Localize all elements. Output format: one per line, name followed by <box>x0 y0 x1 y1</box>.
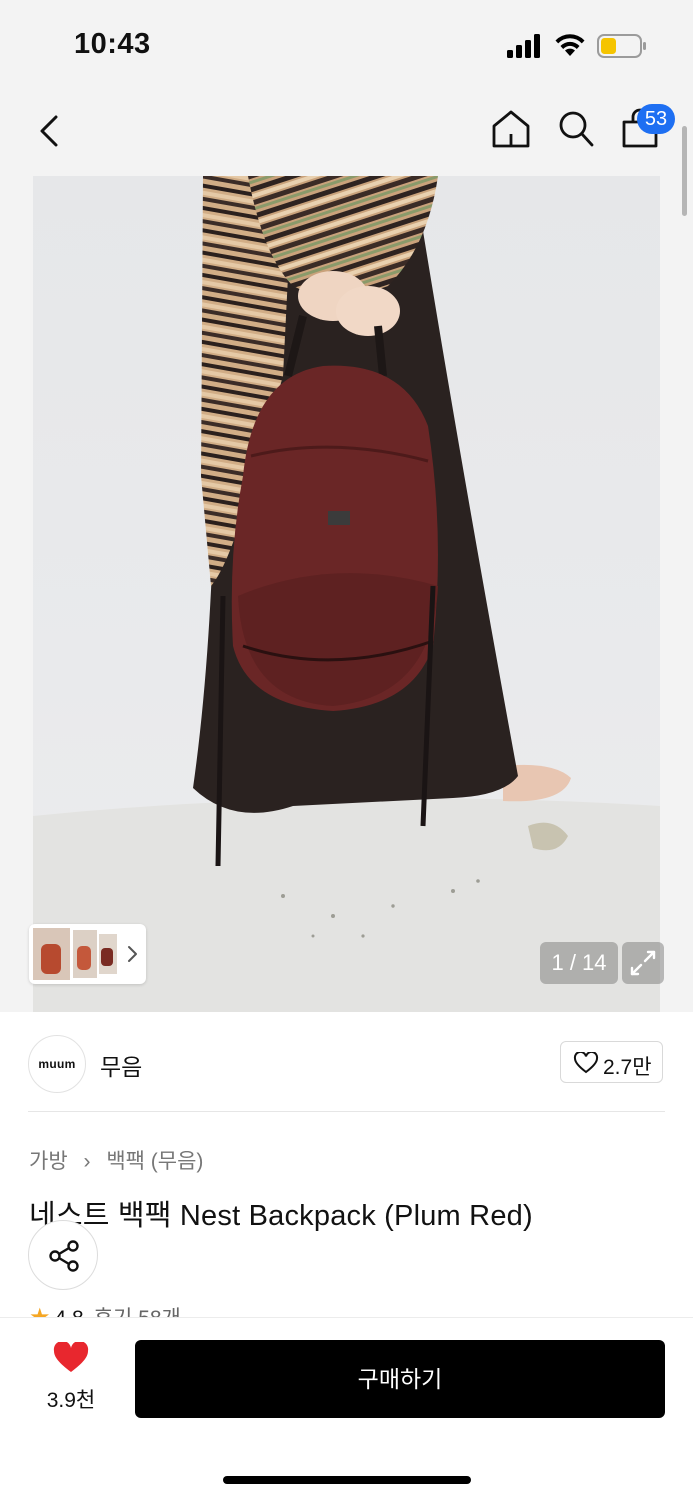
wishlist-count: 3.9천 <box>46 1389 96 1412</box>
search-icon[interactable] <box>556 108 596 150</box>
breadcrumb: 가방 › 백팩 (무음) <box>29 1145 203 1175</box>
top-navigation <box>0 90 693 170</box>
expand-icon <box>630 950 656 976</box>
product-title: 네스트 백팩 Nest Backpack (Plum Red) <box>29 1200 533 1232</box>
battery-icon <box>597 34 646 58</box>
brand-like-count: 2.7만 <box>603 1056 652 1079</box>
divider <box>28 1111 665 1112</box>
star-icon: ★ <box>29 1304 51 1317</box>
image-counter: 1 / 14 <box>540 942 618 984</box>
breadcrumb-item[interactable]: 가방 <box>29 1150 68 1173</box>
home-icon[interactable] <box>490 108 532 150</box>
product-image-gallery[interactable] <box>33 176 660 1012</box>
share-button[interactable] <box>28 1220 98 1290</box>
product-photo <box>33 176 660 1012</box>
brand-logo[interactable]: muum <box>28 1035 86 1093</box>
wifi-icon <box>555 34 585 56</box>
brand-name[interactable]: 무음 <box>100 1048 142 1082</box>
home-indicator <box>223 1476 471 1484</box>
review-count: 후기 58개 <box>94 1307 181 1317</box>
breadcrumb-chevron-icon: › <box>83 1150 91 1173</box>
expand-button[interactable] <box>622 942 664 984</box>
brand-like-button[interactable]: 2.7만 <box>560 1041 663 1083</box>
breadcrumb-item[interactable]: 백팩 (무음) <box>106 1150 203 1173</box>
scrollbar[interactable] <box>682 126 687 216</box>
heart-filled-icon <box>53 1342 89 1372</box>
back-icon[interactable] <box>34 112 68 150</box>
rating-row[interactable]: ★ 4.8 후기 58개 <box>29 1300 329 1317</box>
cellular-signal-icon <box>507 34 540 58</box>
status-time: 10:43 <box>74 28 151 60</box>
share-icon <box>49 1240 79 1272</box>
rating-score: 4.8 <box>55 1307 84 1317</box>
status-bar: 10:43 <box>0 0 693 90</box>
buy-button[interactable]: 구매하기 <box>135 1340 665 1418</box>
chevron-right-icon <box>128 946 137 962</box>
heart-outline-icon <box>573 1052 599 1074</box>
cart-count-badge: 53 <box>637 104 675 134</box>
wishlist-button[interactable]: 3.9천 <box>30 1342 112 1412</box>
thumbnail-strip[interactable] <box>29 924 146 984</box>
